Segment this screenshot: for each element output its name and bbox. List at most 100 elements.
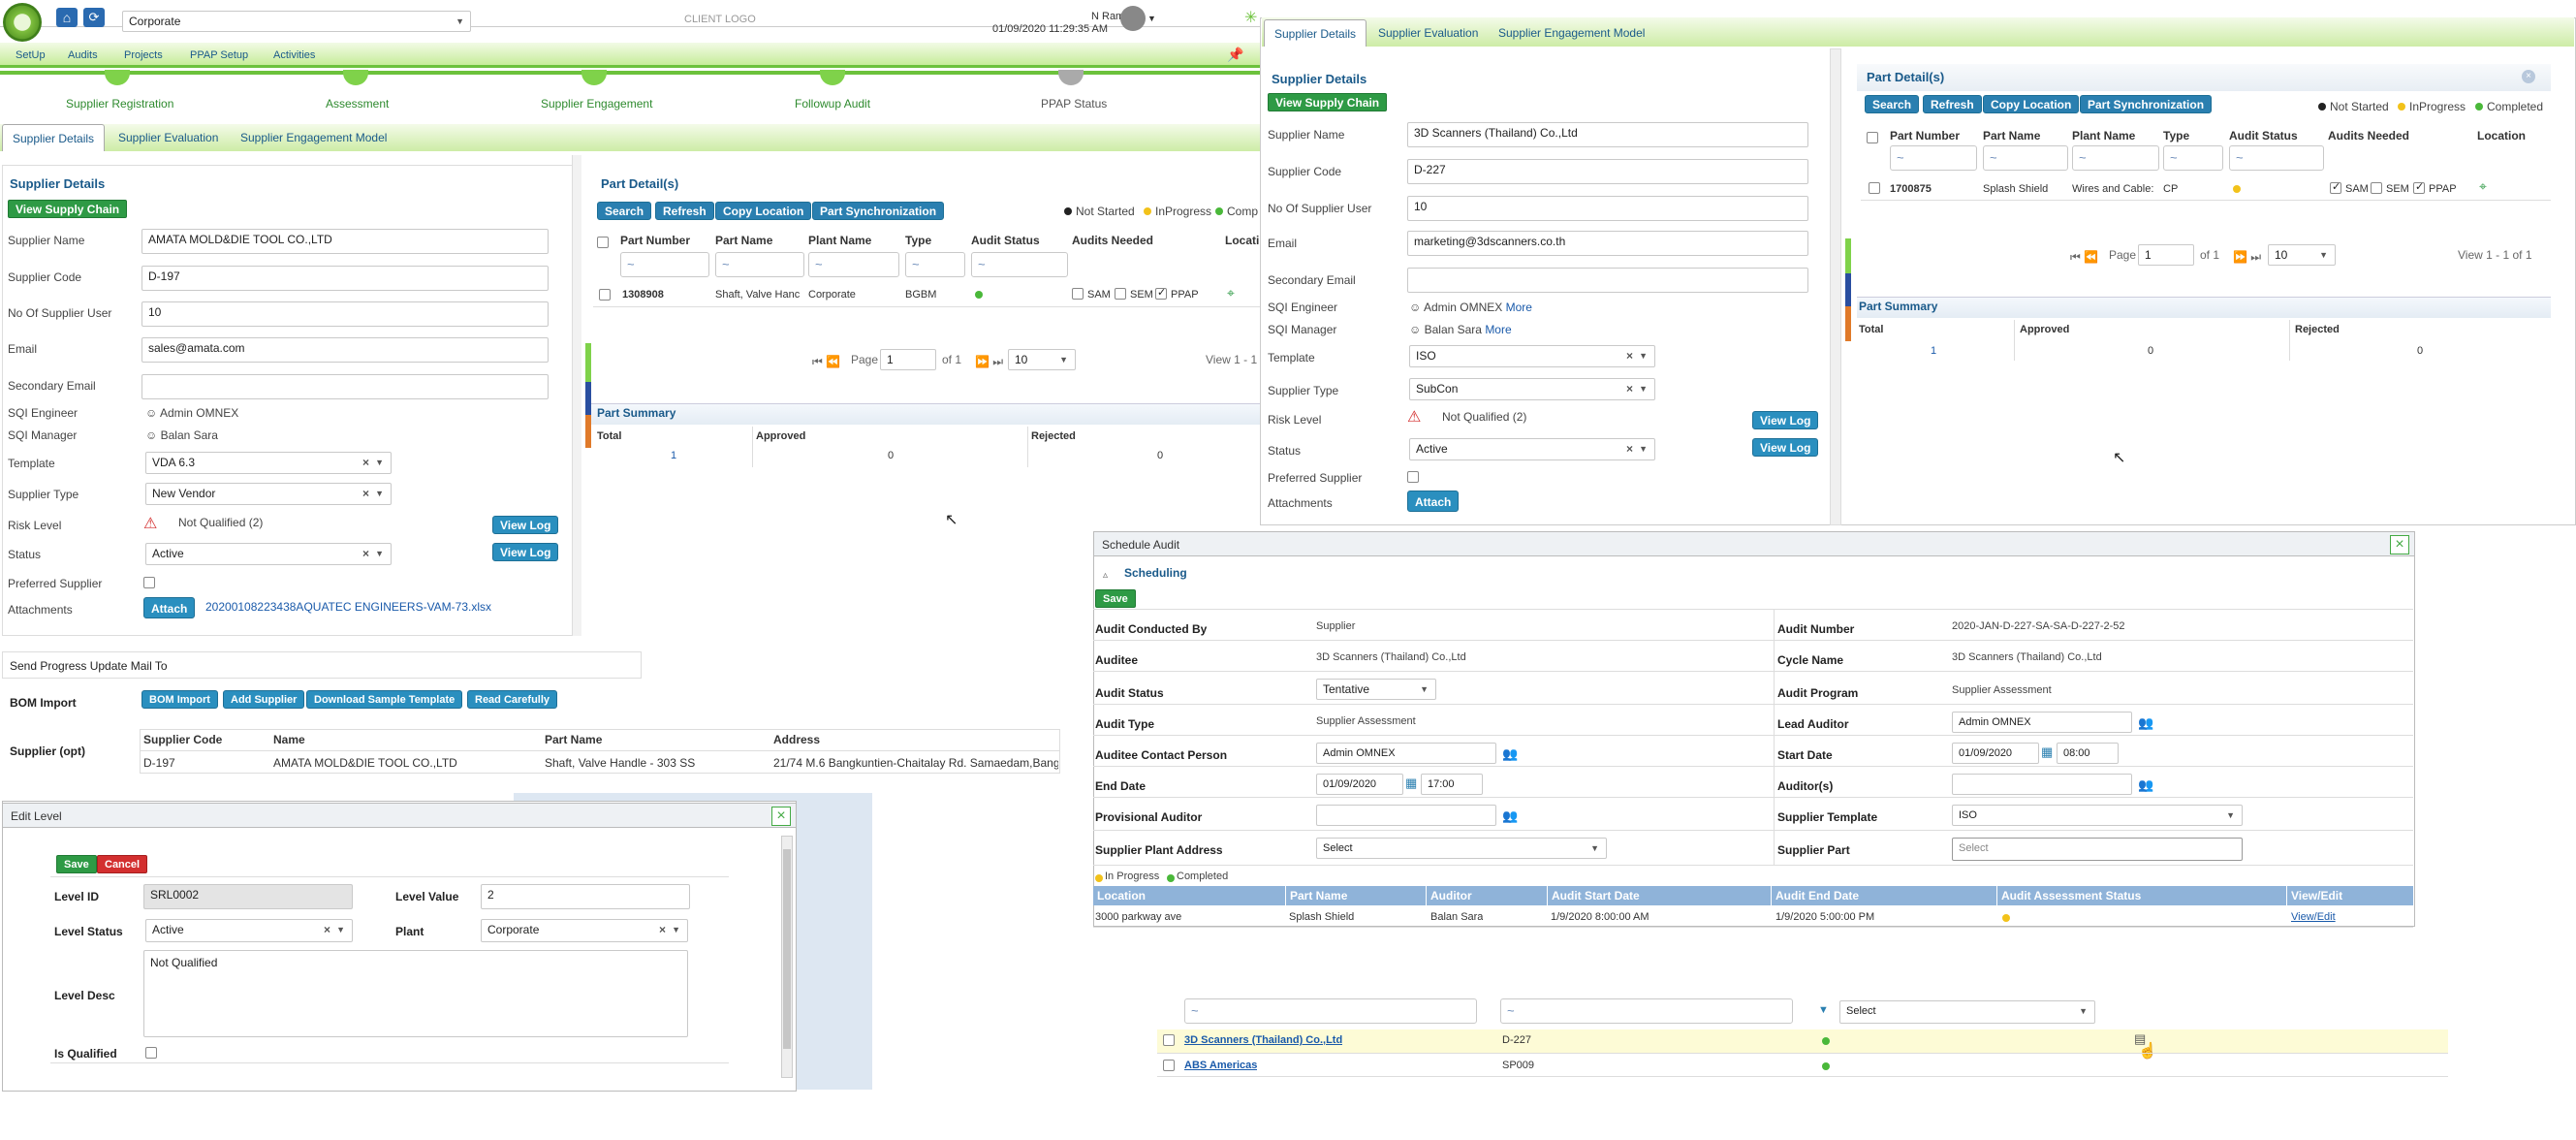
lead-auditor-field[interactable]: Admin OMNEX xyxy=(1952,712,2132,733)
menu-ppap-setup[interactable]: PPAP Setup xyxy=(190,49,248,61)
pager-next-last-icon[interactable]: ⏩ ⏭ xyxy=(975,355,1003,369)
bottom-filter-code[interactable]: ~ xyxy=(1500,998,1793,1024)
r-template-select[interactable]: ISO × ▼ xyxy=(1409,345,1655,367)
r-filter-audit-status[interactable]: ~ xyxy=(2229,145,2324,171)
r-ppap-checkbox[interactable] xyxy=(2413,180,2425,194)
grid-col-view-edit[interactable]: View/Edit xyxy=(2287,886,2413,905)
step-supplier-engagement[interactable]: Supplier Engagement xyxy=(541,97,652,111)
auditee-contact-field[interactable]: Admin OMNEX xyxy=(1316,743,1496,764)
right-view-supply-chain-button[interactable]: View Supply Chain xyxy=(1268,93,1388,111)
more-link[interactable]: More xyxy=(1506,301,1532,314)
supplier-type-select[interactable]: New Vendor × ▼ xyxy=(145,483,392,505)
grid-col-audit-end[interactable]: Audit End Date xyxy=(1772,886,1996,905)
supplier-part-field[interactable]: Select xyxy=(1952,838,2243,861)
copy-location-button[interactable]: Copy Location xyxy=(715,202,812,220)
r-sem-checkbox[interactable] xyxy=(2371,182,2382,194)
download-template-button[interactable]: Download Sample Template xyxy=(306,690,463,709)
supplier-code-field[interactable]: D-197 xyxy=(141,266,549,291)
email-field[interactable]: sales@amata.com xyxy=(141,337,549,363)
level-value-field[interactable]: 2 xyxy=(481,884,690,909)
r-preferred-supplier-checkbox[interactable] xyxy=(1407,471,1419,483)
r-page-size-select[interactable]: 10 ▼ xyxy=(2268,244,2336,266)
end-time-field[interactable]: 17:00 xyxy=(1421,774,1483,795)
filter-type[interactable]: ~ xyxy=(905,252,965,277)
risk-view-log-button[interactable]: View Log xyxy=(492,516,559,534)
refresh-button[interactable]: Refresh xyxy=(655,202,714,220)
contact-picker-icon[interactable]: 👥 xyxy=(1502,746,1518,762)
col-location[interactable]: Locati xyxy=(1225,234,1259,247)
list-row-checkbox[interactable] xyxy=(1163,1034,1175,1046)
left-scrollbar[interactable] xyxy=(572,155,581,636)
right-parts-close-icon[interactable]: × xyxy=(2522,70,2535,83)
row-checkbox[interactable] xyxy=(599,289,611,301)
r-copy-location-button[interactable]: Copy Location xyxy=(1983,95,2080,113)
edit-level-scroll-thumb[interactable] xyxy=(783,849,791,1049)
calendar-icon[interactable]: ▦ xyxy=(2041,744,2053,760)
col-audits-needed[interactable]: Audits Needed xyxy=(1072,234,1153,247)
view-edit-link[interactable]: View/Edit xyxy=(2291,911,2336,923)
r-risk-view-log-button[interactable]: View Log xyxy=(1752,411,1819,429)
r-col-plant-name[interactable]: Plant Name xyxy=(2072,129,2135,142)
r-refresh-button[interactable]: Refresh xyxy=(1923,95,1982,113)
end-date-field[interactable]: 01/09/2020 xyxy=(1316,774,1403,795)
r-col-audits-needed[interactable]: Audits Needed xyxy=(2328,129,2409,142)
plant-address-select[interactable]: Select ▼ xyxy=(1316,838,1607,859)
bottom-filter-name[interactable]: ~ xyxy=(1184,998,1477,1024)
right-tab-supplier-engagement-model[interactable]: Supplier Engagement Model xyxy=(1489,19,1654,47)
r-pager-page-input[interactable]: 1 xyxy=(2138,244,2194,266)
menu-setup[interactable]: SetUp xyxy=(16,49,46,61)
auditors-field[interactable] xyxy=(1952,774,2132,795)
right-tab-supplier-details[interactable]: Supplier Details xyxy=(1264,19,1367,47)
location-pin-icon[interactable]: ⌖ xyxy=(1227,285,1235,301)
r-summary-total-value[interactable]: 1 xyxy=(1931,345,1936,357)
tab-supplier-details[interactable]: Supplier Details xyxy=(2,124,106,151)
grid-col-audit-start[interactable]: Audit Start Date xyxy=(1548,886,1771,905)
edit-level-save-button[interactable]: Save xyxy=(56,855,97,873)
r-attach-button[interactable]: Attach xyxy=(1407,491,1460,512)
view-supply-chain-button[interactable]: View Supply Chain xyxy=(8,200,128,218)
provisional-auditor-field[interactable] xyxy=(1316,805,1496,826)
grid-col-part-name[interactable]: Part Name xyxy=(1286,886,1426,905)
filter-part-name[interactable]: ~ xyxy=(715,252,804,277)
supplier-users-field[interactable]: 10 xyxy=(141,301,549,327)
filter-audit-status[interactable]: ~ xyxy=(971,252,1068,277)
level-desc-textarea[interactable]: Not Qualified xyxy=(143,950,688,1037)
edit-level-cancel-button[interactable]: Cancel xyxy=(97,855,148,873)
r-select-all-checkbox[interactable] xyxy=(1867,132,1878,143)
bottom-filter-select[interactable]: Select ▼ xyxy=(1839,1000,2095,1024)
r-location-pin-icon[interactable]: ⌖ xyxy=(2479,178,2487,195)
app-logo-icon[interactable] xyxy=(3,3,42,42)
r-supplier-code-field[interactable]: D-227 xyxy=(1407,159,1808,184)
grid-col-location[interactable]: Location xyxy=(1093,886,1285,905)
secondary-email-field[interactable] xyxy=(141,374,549,399)
col-type[interactable]: Type xyxy=(905,234,931,247)
user-avatar-icon[interactable] xyxy=(1120,6,1146,31)
step-ppap-status[interactable]: PPAP Status xyxy=(1041,97,1107,111)
step-supplier-registration[interactable]: Supplier Registration xyxy=(66,97,173,111)
right-left-scrollbar[interactable] xyxy=(1830,48,1841,525)
chevron-down-icon[interactable]: ▼ xyxy=(1147,14,1156,23)
attach-button[interactable]: Attach xyxy=(143,597,196,618)
r-row-checkbox[interactable] xyxy=(1869,182,1880,194)
start-time-field[interactable]: 08:00 xyxy=(2057,743,2119,764)
step-assessment[interactable]: Assessment xyxy=(326,97,389,111)
r-sam-checkbox[interactable] xyxy=(2330,180,2341,194)
r-col-location[interactable]: Location xyxy=(2477,129,2526,142)
r-col-part-number[interactable]: Part Number xyxy=(1890,129,1960,142)
filter-plant-name[interactable]: ~ xyxy=(808,252,899,277)
step-followup-audit[interactable]: Followup Audit xyxy=(795,97,870,111)
preferred-supplier-checkbox[interactable] xyxy=(143,577,155,588)
sem-checkbox[interactable] xyxy=(1115,288,1126,300)
schedule-save-button[interactable]: Save xyxy=(1095,589,1136,608)
tab-supplier-engagement-model[interactable]: Supplier Engagement Model xyxy=(231,124,396,151)
level-status-select[interactable]: Active × ▼ xyxy=(145,919,353,942)
company-select[interactable]: Corporate ▼ xyxy=(122,11,471,32)
r-filter-type[interactable]: ~ xyxy=(2163,145,2223,171)
audit-status-select[interactable]: Tentative ▼ xyxy=(1316,679,1436,700)
r-email-field[interactable]: marketing@3dscanners.co.th xyxy=(1407,231,1808,256)
r-status-view-log-button[interactable]: View Log xyxy=(1752,438,1819,457)
col-audit-status[interactable]: Audit Status xyxy=(971,234,1040,247)
r-supplier-users-field[interactable]: 10 xyxy=(1407,196,1808,221)
r-pager-first-prev-icon[interactable]: ⏮ ⏪ xyxy=(2070,250,2098,265)
menu-activities[interactable]: Activities xyxy=(273,49,315,61)
